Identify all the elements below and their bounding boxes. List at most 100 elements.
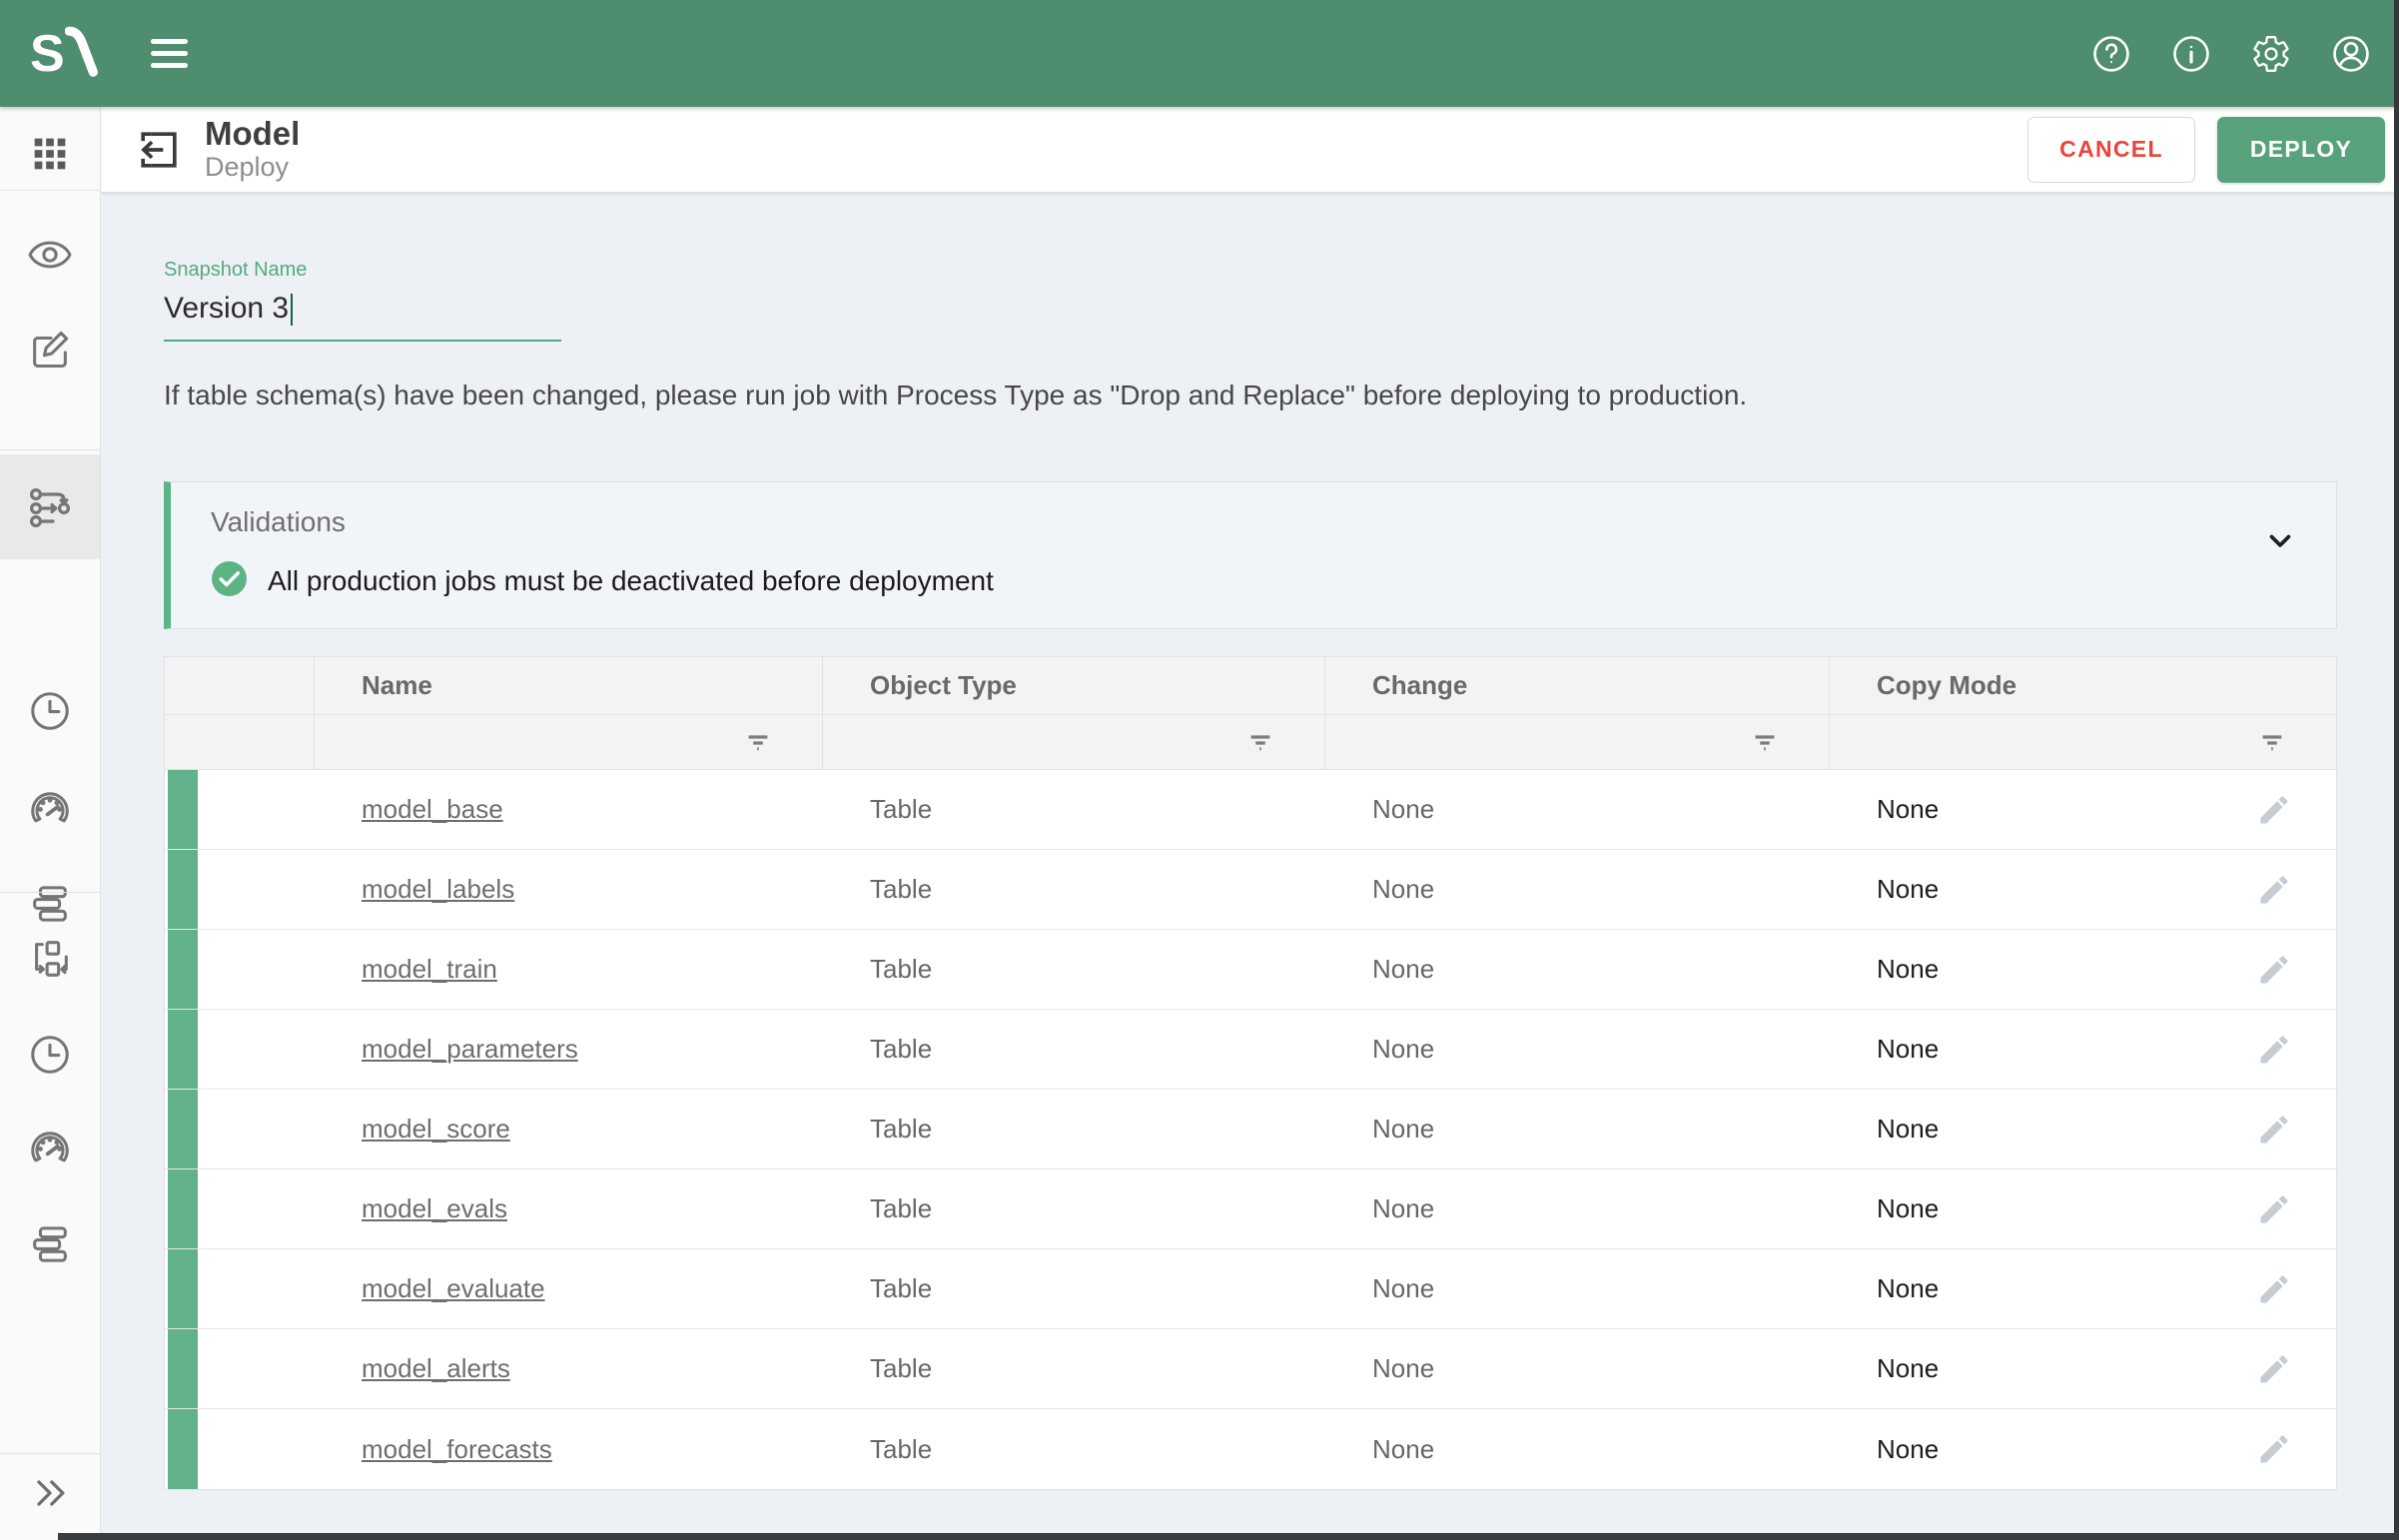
page-title: Model — [205, 116, 300, 153]
object-type-value: Table — [870, 954, 932, 985]
change-value: None — [1372, 1273, 1434, 1304]
sidebar-divider — [0, 1453, 100, 1454]
back-exit-icon[interactable] — [131, 122, 187, 178]
object-name-link[interactable]: model_base — [362, 794, 503, 825]
main-content: Snapshot Name Version 3 If table schema(… — [101, 193, 2399, 1540]
app-logo[interactable]: S — [30, 25, 99, 82]
screen-right-edge — [2394, 0, 2399, 1540]
text-caret — [291, 294, 293, 326]
sidebar-divider — [0, 449, 100, 450]
edit-pencil-icon[interactable] — [2252, 948, 2296, 992]
page-title-block: Model Deploy — [205, 116, 300, 184]
row-status-bar — [168, 1169, 198, 1248]
row-object-type-cell: Table — [823, 770, 1325, 849]
info-icon[interactable] — [2165, 28, 2217, 80]
chevron-down-icon[interactable] — [2258, 518, 2302, 562]
edit-pencil-icon[interactable] — [2252, 1028, 2296, 1072]
menu-icon[interactable] — [145, 33, 194, 74]
help-icon[interactable] — [2085, 28, 2137, 80]
apps-grid-icon[interactable] — [0, 118, 100, 190]
edit-pencil-icon[interactable] — [2252, 1347, 2296, 1391]
row-copy-mode-cell: None — [1830, 930, 2336, 1009]
copy-mode-value: None — [1877, 1353, 1939, 1384]
sidebar-divider — [0, 892, 100, 893]
pipeline-icon[interactable] — [0, 454, 100, 559]
row-copy-mode-cell: None — [1830, 1169, 2336, 1248]
column-header-name: Name — [315, 657, 823, 714]
object-name-link[interactable]: model_alerts — [362, 1353, 510, 1384]
change-value: None — [1372, 794, 1434, 825]
edit-pencil-icon[interactable] — [2252, 868, 2296, 912]
object-type-value: Table — [870, 1193, 932, 1224]
object-type-value: Table — [870, 1034, 932, 1065]
object-name-link[interactable]: model_evals — [362, 1193, 507, 1224]
app-bar-actions — [2085, 28, 2377, 80]
filter-icon[interactable] — [1747, 724, 1783, 760]
snapshot-name-label: Snapshot Name — [164, 259, 561, 282]
table-row: model_parameters Table None None — [165, 1010, 2336, 1090]
check-circle-icon — [211, 560, 248, 602]
app-logo-slash-icon — [63, 25, 99, 82]
object-name-link[interactable]: model_score — [362, 1114, 510, 1145]
row-object-type-cell: Table — [823, 850, 1325, 929]
copy-mode-value: None — [1877, 1034, 1939, 1065]
row-status-bar — [168, 1010, 198, 1089]
row-name-cell: model_alerts — [315, 1329, 823, 1408]
validation-text: All production jobs must be deactivated … — [268, 565, 994, 597]
row-object-type-cell: Table — [823, 1090, 1325, 1168]
gauge-icon[interactable] — [0, 773, 100, 845]
row-object-type-cell: Table — [823, 1249, 1325, 1328]
object-type-value: Table — [870, 1353, 932, 1384]
workflow-icon[interactable] — [0, 923, 100, 995]
change-value: None — [1372, 874, 1434, 905]
filter-cell-name — [315, 715, 823, 769]
table-row: model_evaluate Table None None — [165, 1249, 2336, 1329]
filter-icon[interactable] — [740, 724, 776, 760]
copy-mode-value: None — [1877, 874, 1939, 905]
edit-pencil-icon[interactable] — [2252, 1108, 2296, 1152]
edit-pencil-icon[interactable] — [2252, 1267, 2296, 1311]
row-change-cell: None — [1325, 850, 1830, 929]
table-row: model_labels Table None None — [165, 850, 2336, 930]
edit-pencil-icon[interactable] — [2252, 1427, 2296, 1471]
row-status-bar — [168, 930, 198, 1009]
object-name-link[interactable]: model_forecasts — [362, 1434, 552, 1465]
settings-icon[interactable] — [2245, 28, 2297, 80]
expand-double-chevron-icon[interactable] — [0, 1457, 100, 1529]
column-header-change: Change — [1325, 657, 1830, 714]
row-status-cell — [165, 850, 315, 929]
app-bar: S — [0, 0, 2399, 107]
deploy-button[interactable]: DEPLOY — [2217, 117, 2385, 183]
row-status-cell — [165, 1090, 315, 1168]
edit-pencil-icon[interactable] — [2252, 1187, 2296, 1231]
screen-bottom-edge — [58, 1533, 2399, 1540]
stack-icon[interactable] — [0, 1208, 100, 1280]
row-object-type-cell: Table — [823, 1169, 1325, 1248]
object-name-link[interactable]: model_parameters — [362, 1034, 578, 1065]
filter-icon[interactable] — [1242, 724, 1278, 760]
object-type-value: Table — [870, 1114, 932, 1145]
snapshot-name-input[interactable]: Version 3 — [164, 292, 561, 342]
cancel-button[interactable]: CANCEL — [2027, 117, 2195, 183]
edit-icon[interactable] — [0, 314, 100, 385]
clock-icon[interactable] — [0, 1019, 100, 1091]
gauge-icon[interactable] — [0, 1113, 100, 1184]
column-header-copy-mode: Copy Mode — [1830, 657, 2336, 714]
account-icon[interactable] — [2325, 28, 2377, 80]
row-status-cell — [165, 1249, 315, 1328]
object-name-link[interactable]: model_train — [362, 954, 497, 985]
object-name-link[interactable]: model_evaluate — [362, 1273, 545, 1304]
row-name-cell: model_labels — [315, 850, 823, 929]
table-filter-row — [165, 714, 2336, 770]
table-row: model_score Table None None — [165, 1090, 2336, 1169]
row-object-type-cell: Table — [823, 1409, 1325, 1489]
clock-icon[interactable] — [0, 675, 100, 747]
filter-icon[interactable] — [2254, 724, 2290, 760]
table-row: model_forecasts Table None None — [165, 1409, 2336, 1489]
row-status-bar — [168, 1409, 198, 1489]
edit-pencil-icon[interactable] — [2252, 788, 2296, 832]
eye-icon[interactable] — [0, 219, 100, 291]
object-type-value: Table — [870, 1434, 932, 1465]
row-copy-mode-cell: None — [1830, 1329, 2336, 1408]
object-name-link[interactable]: model_labels — [362, 874, 514, 905]
